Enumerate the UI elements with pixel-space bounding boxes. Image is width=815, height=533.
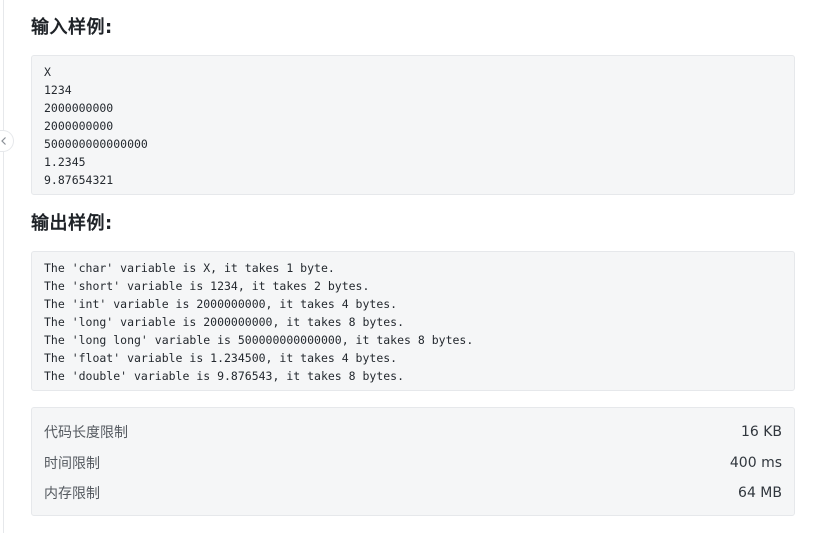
sample-input-line: 1.2345 [44,155,86,169]
sample-input-line: 1234 [44,83,72,97]
limit-value: 400 ms [729,454,782,471]
panel-left-border [3,0,4,533]
limit-value: 64 MB [738,485,782,502]
sample-output-line: The 'char' variable is X, it takes 1 byt… [44,261,335,275]
limit-label: 内存限制 [44,486,100,503]
sample-input-line: 2000000000 [44,119,114,133]
limits-panel: 代码长度限制 16 KB 时间限制 400 ms 内存限制 64 MB [31,407,795,516]
limit-label: 时间限制 [44,455,100,472]
sample-output-line: The 'int' variable is 2000000000, it tak… [44,297,398,311]
chevron-left-icon [0,136,8,146]
sample-input-line: 2000000000 [44,101,114,115]
sample-output-line: The 'float' variable is 1.234500, it tak… [44,351,398,365]
sample-input-line: 9.87654321 [44,173,114,187]
sample-output-line: The 'short' variable is 1234, it takes 2… [44,279,370,293]
collapse-panel-button[interactable] [0,130,14,152]
limit-label: 代码长度限制 [44,425,128,442]
code-length-limit-row: 代码长度限制 16 KB [44,417,782,448]
time-limit-row: 时间限制 400 ms [44,448,782,479]
sample-output-line: The 'double' variable is 9.876543, it ta… [44,369,405,383]
sample-input-heading: 输入样例: [31,17,113,38]
sample-output-line: The 'long long' variable is 500000000000… [44,333,474,347]
sample-output-heading: 输出样例: [31,213,113,234]
sample-input-line: 500000000000000 [44,137,148,151]
sample-input-line: X [44,65,51,79]
sample-input-block[interactable]: X 1234 2000000000 2000000000 50000000000… [31,55,795,195]
memory-limit-row: 内存限制 64 MB [44,478,782,509]
limit-value: 16 KB [740,424,782,441]
sample-output-line: The 'long' variable is 2000000000, it ta… [44,315,405,329]
sample-output-block[interactable]: The 'char' variable is X, it takes 1 byt… [31,251,795,391]
